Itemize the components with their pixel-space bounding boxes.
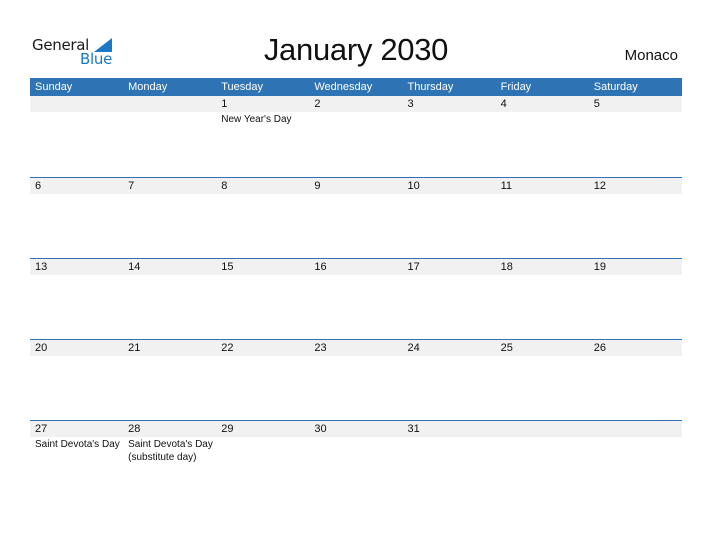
day-number: 13 xyxy=(35,261,48,273)
calendar-title: January 2030 xyxy=(263,32,449,67)
country-label: Monaco xyxy=(624,47,678,64)
day-number: 18 xyxy=(500,261,513,273)
day-number: 23 xyxy=(314,342,327,354)
holiday-label xyxy=(216,194,309,195)
day-number: 3 xyxy=(407,98,414,110)
weekday-header: Sunday Monday Tuesday Wednesday Thursday… xyxy=(30,78,682,96)
week-row: 13 14 15 16 17 18 19 xyxy=(30,258,682,339)
day-number: 19 xyxy=(593,261,606,273)
holiday-label xyxy=(30,194,123,195)
holiday-label xyxy=(30,275,123,276)
day-number: 20 xyxy=(35,342,48,354)
day-number: 7 xyxy=(128,180,135,192)
week-row: 1 2 3 4 5 New Year's Day xyxy=(30,96,682,177)
weekday-sunday: Sunday xyxy=(35,81,73,93)
week-row: 27 28 29 30 31 Saint Devota's Day Saint Devota… xyxy=(30,420,682,501)
holiday-label: New Year's Day xyxy=(221,114,292,125)
holiday-label xyxy=(309,356,402,357)
weekday-tuesday: Tuesday xyxy=(221,81,264,93)
day-number: 25 xyxy=(500,342,513,354)
holiday-label xyxy=(309,112,402,126)
date-strip: 20 21 22 23 24 25 26 xyxy=(30,340,682,356)
holiday-label xyxy=(403,194,496,195)
day-number: 10 xyxy=(407,180,420,192)
day-number: 12 xyxy=(593,180,606,192)
day-number: 11 xyxy=(500,180,513,192)
holiday-label xyxy=(496,437,589,464)
day-number: 4 xyxy=(500,98,507,110)
day-number xyxy=(496,421,589,437)
holiday-label xyxy=(589,275,682,276)
holiday-label xyxy=(123,194,216,195)
holiday-label xyxy=(403,356,496,357)
date-strip: 13 14 15 16 17 18 19 xyxy=(30,259,682,275)
holiday-row xyxy=(30,356,682,357)
day-number: 6 xyxy=(35,180,42,192)
day-number xyxy=(589,421,682,437)
day-number: 5 xyxy=(593,98,600,110)
day-number: 1 xyxy=(221,98,228,110)
day-number: 30 xyxy=(314,423,327,435)
holiday-label xyxy=(589,112,682,126)
calendar-grid: Sunday Monday Tuesday Wednesday Thursday… xyxy=(30,78,682,501)
day-number: 15 xyxy=(221,261,234,273)
holiday-row xyxy=(30,275,682,276)
day-number: 2 xyxy=(314,98,321,110)
day-number: 22 xyxy=(221,342,234,354)
day-number: 27 xyxy=(35,423,48,435)
holiday-label xyxy=(216,275,309,276)
day-number xyxy=(30,96,123,112)
holiday-label xyxy=(403,437,496,464)
day-number: 21 xyxy=(128,342,141,354)
weekday-friday: Friday xyxy=(500,81,532,93)
holiday-label xyxy=(216,437,309,464)
week-row: 20 21 22 23 24 25 26 xyxy=(30,339,682,420)
holiday-label xyxy=(589,356,682,357)
weekday-thursday: Thursday xyxy=(407,81,454,93)
day-number: 14 xyxy=(128,261,141,273)
date-strip: 1 2 3 4 5 xyxy=(30,96,682,112)
holiday-label xyxy=(496,356,589,357)
week-row: 6 7 8 9 10 11 12 xyxy=(30,177,682,258)
holiday-label xyxy=(123,275,216,276)
holiday-label xyxy=(309,275,402,276)
holiday-label xyxy=(589,437,682,464)
holiday-label: Saint Devota's Day xyxy=(35,439,120,450)
holiday-label xyxy=(403,112,496,126)
day-number xyxy=(123,96,216,112)
date-strip: 27 28 29 30 31 xyxy=(30,421,682,437)
weekday-saturday: Saturday xyxy=(593,81,638,93)
holiday-label xyxy=(589,194,682,195)
day-number: 28 xyxy=(128,423,141,435)
day-number: 9 xyxy=(314,180,321,192)
day-number: 8 xyxy=(221,180,228,192)
day-number: 17 xyxy=(407,261,420,273)
holiday-label xyxy=(123,356,216,357)
day-number: 31 xyxy=(407,423,420,435)
date-strip: 6 7 8 9 10 11 12 xyxy=(30,178,682,194)
weekday-wednesday: Wednesday xyxy=(314,81,373,93)
holiday-label xyxy=(496,275,589,276)
holiday-label xyxy=(403,275,496,276)
holiday-row: Saint Devota's Day Saint Devota's Day (su… xyxy=(30,437,682,464)
holiday-label xyxy=(496,194,589,195)
holiday-label xyxy=(309,437,402,464)
holiday-label xyxy=(123,112,216,126)
day-number: 16 xyxy=(314,261,327,273)
holiday-label xyxy=(309,194,402,195)
holiday-label xyxy=(30,112,123,126)
holiday-row: New Year's Day xyxy=(30,112,682,126)
holiday-label xyxy=(216,356,309,357)
weekday-monday: Monday xyxy=(128,81,168,93)
holiday-label xyxy=(496,112,589,126)
holiday-label: Saint Devota's Day (substitute day) xyxy=(128,439,213,463)
holiday-label xyxy=(30,356,123,357)
day-number: 24 xyxy=(407,342,420,354)
holiday-row xyxy=(30,194,682,195)
day-number: 26 xyxy=(593,342,606,354)
day-number: 29 xyxy=(221,423,234,435)
